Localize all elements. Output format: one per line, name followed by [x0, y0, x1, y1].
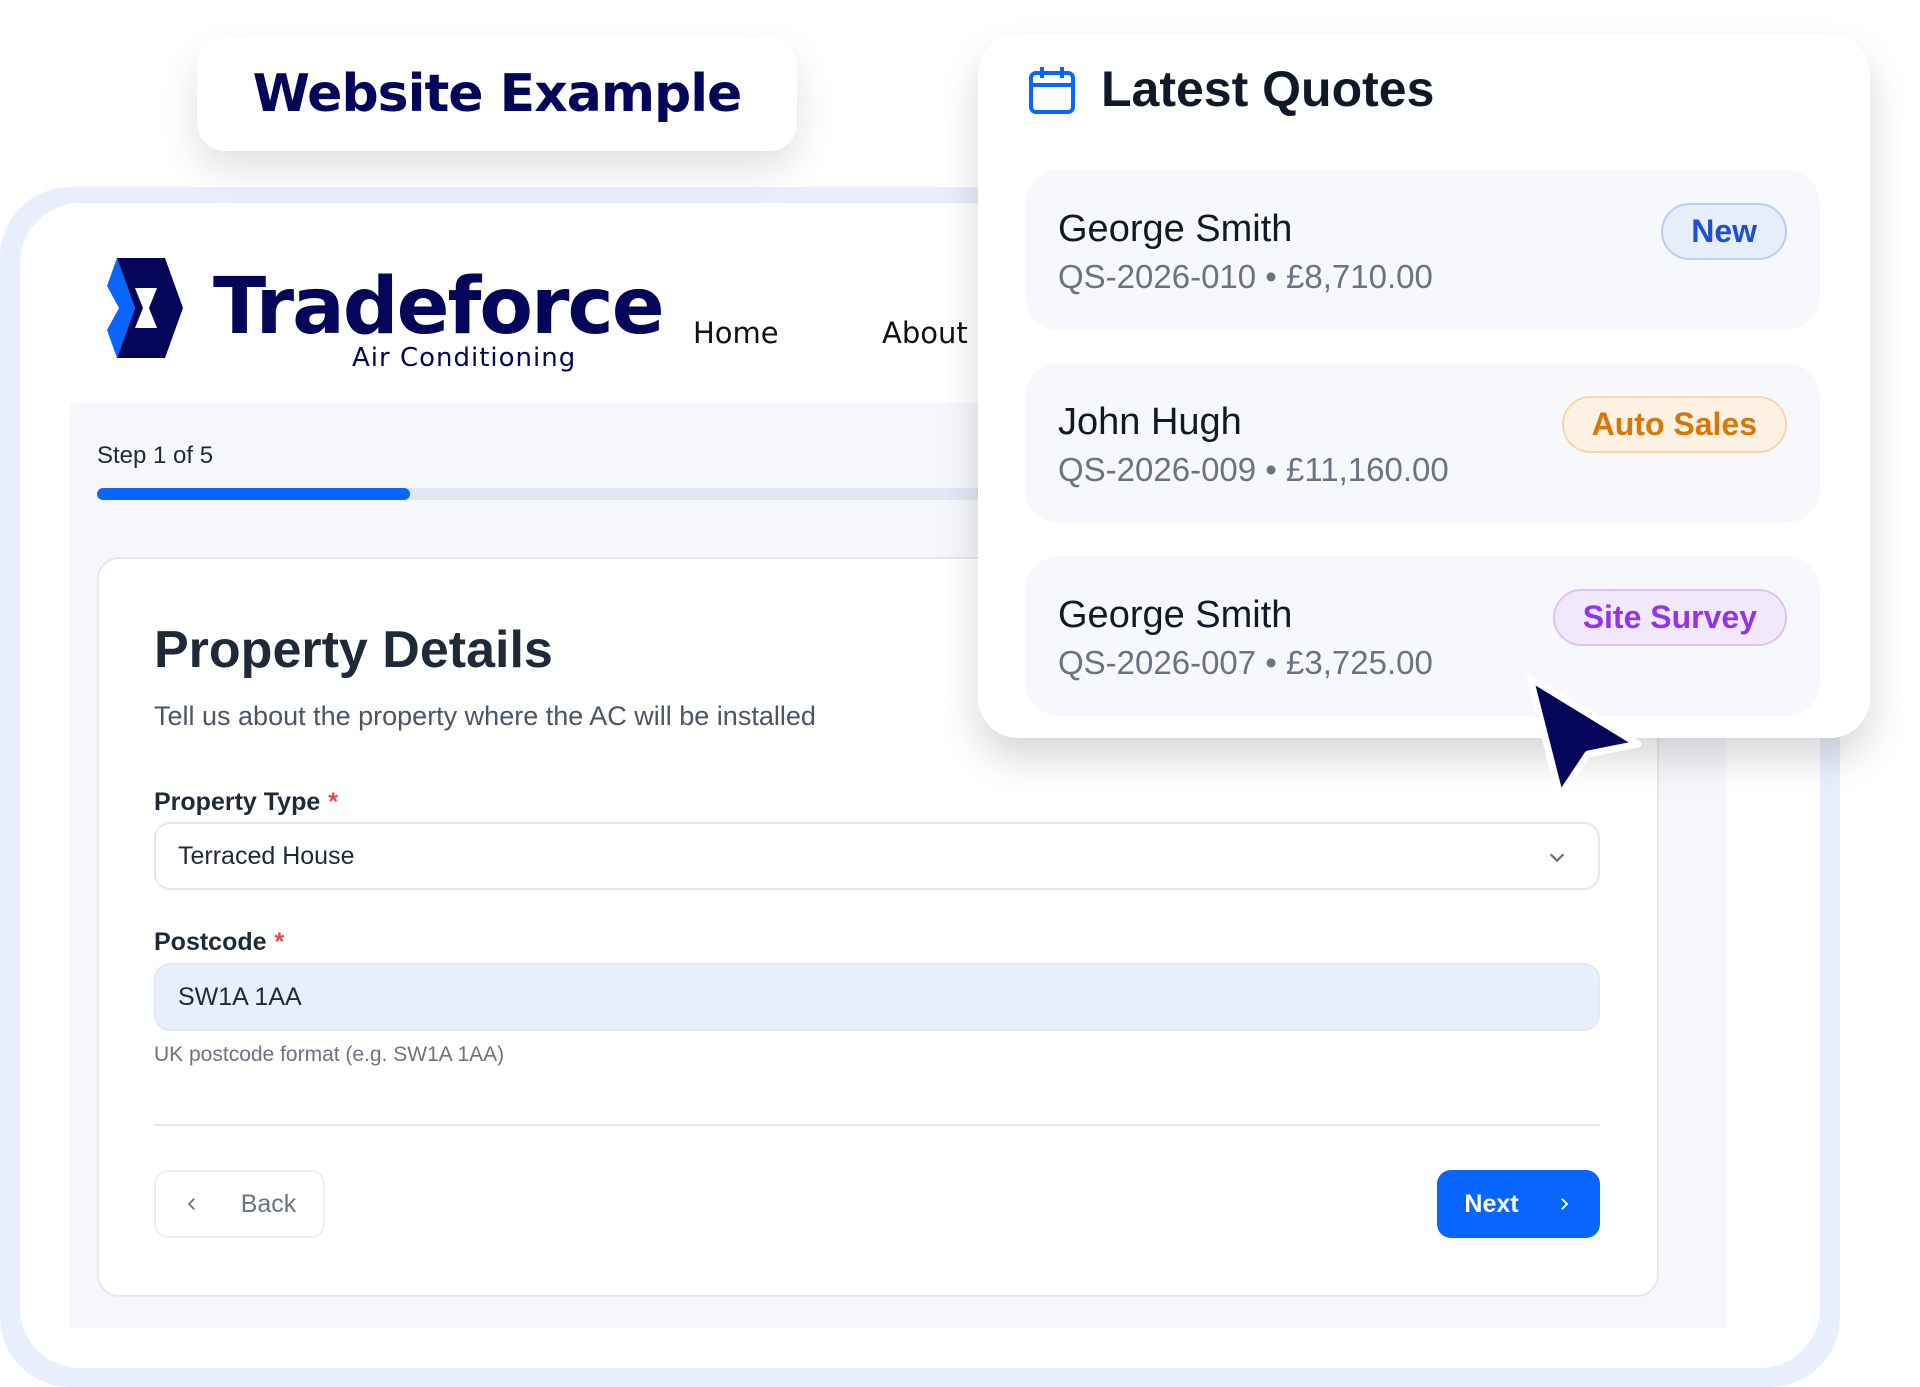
page-title: Property Details — [154, 621, 553, 679]
customer-name: George Smith — [1058, 208, 1293, 250]
postcode-label: Postcode * — [154, 928, 284, 957]
postcode-input[interactable]: SW1A 1AA — [154, 963, 1600, 1031]
customer-name: George Smith — [1058, 594, 1293, 636]
chevron-down-icon — [1549, 853, 1565, 863]
label-text: Postcode — [154, 928, 267, 956]
quote-item[interactable]: John Hugh QS-2026-009 • £11,160.00 Auto … — [1025, 363, 1820, 523]
nav-home[interactable]: Home — [693, 316, 779, 350]
postcode-value: SW1A 1AA — [178, 982, 302, 1011]
next-button[interactable]: Next — [1437, 1170, 1600, 1238]
tradeforce-logo-icon — [107, 258, 183, 358]
brand-name: Tradeforce — [213, 262, 665, 352]
selected-value: Terraced House — [178, 841, 355, 870]
required-marker: * — [274, 928, 285, 956]
chevron-left-icon — [187, 1198, 195, 1210]
status-badge: Site Survey — [1552, 589, 1787, 646]
quote-meta: QS-2026-010 • £8,710.00 — [1058, 258, 1433, 295]
status-badge: Auto Sales — [1561, 396, 1787, 453]
calendar-icon — [1029, 67, 1075, 114]
page-subtitle: Tell us about the property where the AC … — [154, 701, 816, 731]
status-badge: New — [1661, 203, 1787, 260]
quote-meta: QS-2026-007 • £3,725.00 — [1058, 644, 1433, 681]
website-example-label: Website Example — [197, 37, 797, 151]
mouse-cursor-icon — [1526, 674, 1642, 800]
latest-quotes-title: Latest Quotes — [1101, 61, 1435, 117]
postcode-hint: UK postcode format (e.g. SW1A 1AA) — [154, 1043, 505, 1066]
divider — [154, 1124, 1600, 1126]
step-label: Step 1 of 5 — [97, 442, 214, 469]
chevron-right-icon — [1560, 1198, 1568, 1210]
quote-item[interactable]: George Smith QS-2026-007 • £3,725.00 Sit… — [1025, 556, 1820, 716]
label-text: Property Type — [154, 788, 321, 816]
property-type-select[interactable]: Terraced House — [154, 822, 1600, 890]
back-label: Back — [240, 1189, 297, 1218]
quote-meta: QS-2026-009 • £11,160.00 — [1058, 451, 1449, 488]
next-label: Next — [1464, 1189, 1519, 1218]
back-button[interactable]: Back — [154, 1170, 325, 1238]
progress-fill — [97, 488, 410, 500]
required-marker: * — [328, 788, 338, 816]
nav-about[interactable]: About — [882, 316, 968, 350]
property-type-label: Property Type * — [154, 788, 338, 817]
quote-item[interactable]: George Smith QS-2026-010 • £8,710.00 New — [1025, 170, 1820, 330]
brand-tagline: Air Conditioning — [352, 343, 577, 373]
customer-name: John Hugh — [1058, 401, 1242, 443]
